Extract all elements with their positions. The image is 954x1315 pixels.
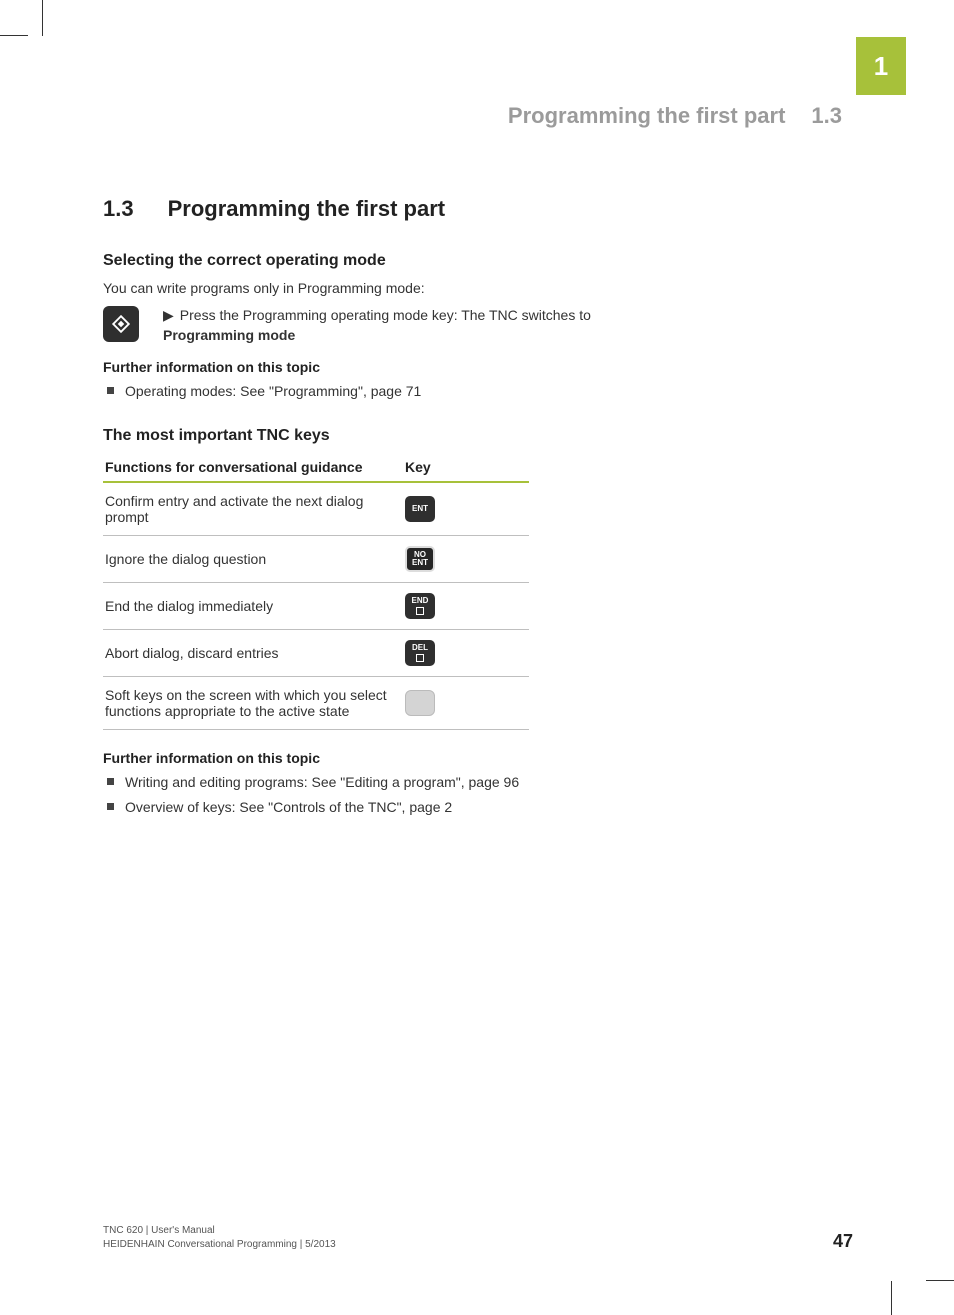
triangle-bullet-icon: ▶ <box>163 306 174 326</box>
crop-mark <box>42 0 43 36</box>
list-item: Writing and editing programs: See "Editi… <box>103 772 623 792</box>
crop-mark <box>926 1280 954 1281</box>
table-row: End the dialog immediatelyEND <box>103 583 529 630</box>
keycap-icon: ENT <box>405 496 435 522</box>
further-info-list-1: Operating modes: See "Programming", page… <box>103 381 623 401</box>
running-head-number: 1.3 <box>811 103 842 129</box>
list-item: Overview of keys: See "Controls of the T… <box>103 797 623 817</box>
table-cell-key: ENT <box>403 482 529 536</box>
chapter-tab: 1 <box>856 37 906 95</box>
crop-mark <box>891 1281 892 1315</box>
table-cell-function: Confirm entry and activate the next dial… <box>103 482 403 536</box>
footer-line1: TNC 620 | User's Manual <box>103 1224 336 1238</box>
subsection-title: The most important TNC keys <box>103 427 623 445</box>
running-head-title: Programming the first part <box>508 103 785 129</box>
instruction-step: ▶ Press the Programming operating mode ke… <box>103 306 623 345</box>
key-functions-table: Functions for conversational guidance Ke… <box>103 455 529 730</box>
keycap-icon: DEL <box>405 640 435 666</box>
step-text: ▶ Press the Programming operating mode ke… <box>163 306 623 345</box>
body-text: You can write programs only in Programmi… <box>103 280 623 296</box>
key-table-body: Confirm entry and activate the next dial… <box>103 482 529 730</box>
table-cell-key: DEL <box>403 630 529 677</box>
table-row: Ignore the dialog questionNOENT <box>103 536 529 583</box>
crop-mark <box>0 35 28 36</box>
table-cell-key: END <box>403 583 529 630</box>
footer-line2: HEIDENHAIN Conversational Programming | … <box>103 1238 336 1252</box>
keycap-icon: NOENT <box>405 546 435 572</box>
footer-meta: TNC 620 | User's Manual HEIDENHAIN Conve… <box>103 1224 336 1252</box>
table-cell-key: NOENT <box>403 536 529 583</box>
table-cell-key <box>403 677 529 730</box>
running-head: Programming the first part 1.3 <box>508 103 842 129</box>
table-cell-function: End the dialog immediately <box>103 583 403 630</box>
keycap-icon: END <box>405 593 435 619</box>
table-row: Confirm entry and activate the next dial… <box>103 482 529 536</box>
page-number: 47 <box>833 1231 853 1252</box>
further-info-label: Further information on this topic <box>103 359 623 375</box>
section-heading: 1.3 Programming the first part <box>103 196 623 222</box>
manual-page: 1 Programming the first part 1.3 1.3 Pro… <box>0 0 954 1315</box>
page-content: 1.3 Programming the first part Selecting… <box>103 196 623 821</box>
table-header-key: Key <box>403 455 529 482</box>
diamond-icon <box>110 313 132 335</box>
table-cell-function: Soft keys on the screen with which you s… <box>103 677 403 730</box>
list-item: Operating modes: See "Programming", page… <box>103 381 623 401</box>
table-row: Soft keys on the screen with which you s… <box>103 677 529 730</box>
table-row: Abort dialog, discard entriesDEL <box>103 630 529 677</box>
section-number: 1.3 <box>103 196 134 222</box>
step-text-pre: Press the Programming operating mode key… <box>180 307 591 323</box>
further-info-list-2: Writing and editing programs: See "Editi… <box>103 772 623 817</box>
table-cell-function: Abort dialog, discard entries <box>103 630 403 677</box>
table-header-functions: Functions for conversational guidance <box>103 455 403 482</box>
step-text-bold: Programming mode <box>163 327 295 343</box>
table-cell-function: Ignore the dialog question <box>103 536 403 583</box>
programming-mode-key-icon <box>103 306 139 342</box>
keycap-icon <box>405 690 435 716</box>
further-info-label: Further information on this topic <box>103 750 623 766</box>
subsection-title: Selecting the correct operating mode <box>103 252 623 270</box>
page-footer: TNC 620 | User's Manual HEIDENHAIN Conve… <box>103 1224 853 1252</box>
section-title: Programming the first part <box>168 196 445 222</box>
